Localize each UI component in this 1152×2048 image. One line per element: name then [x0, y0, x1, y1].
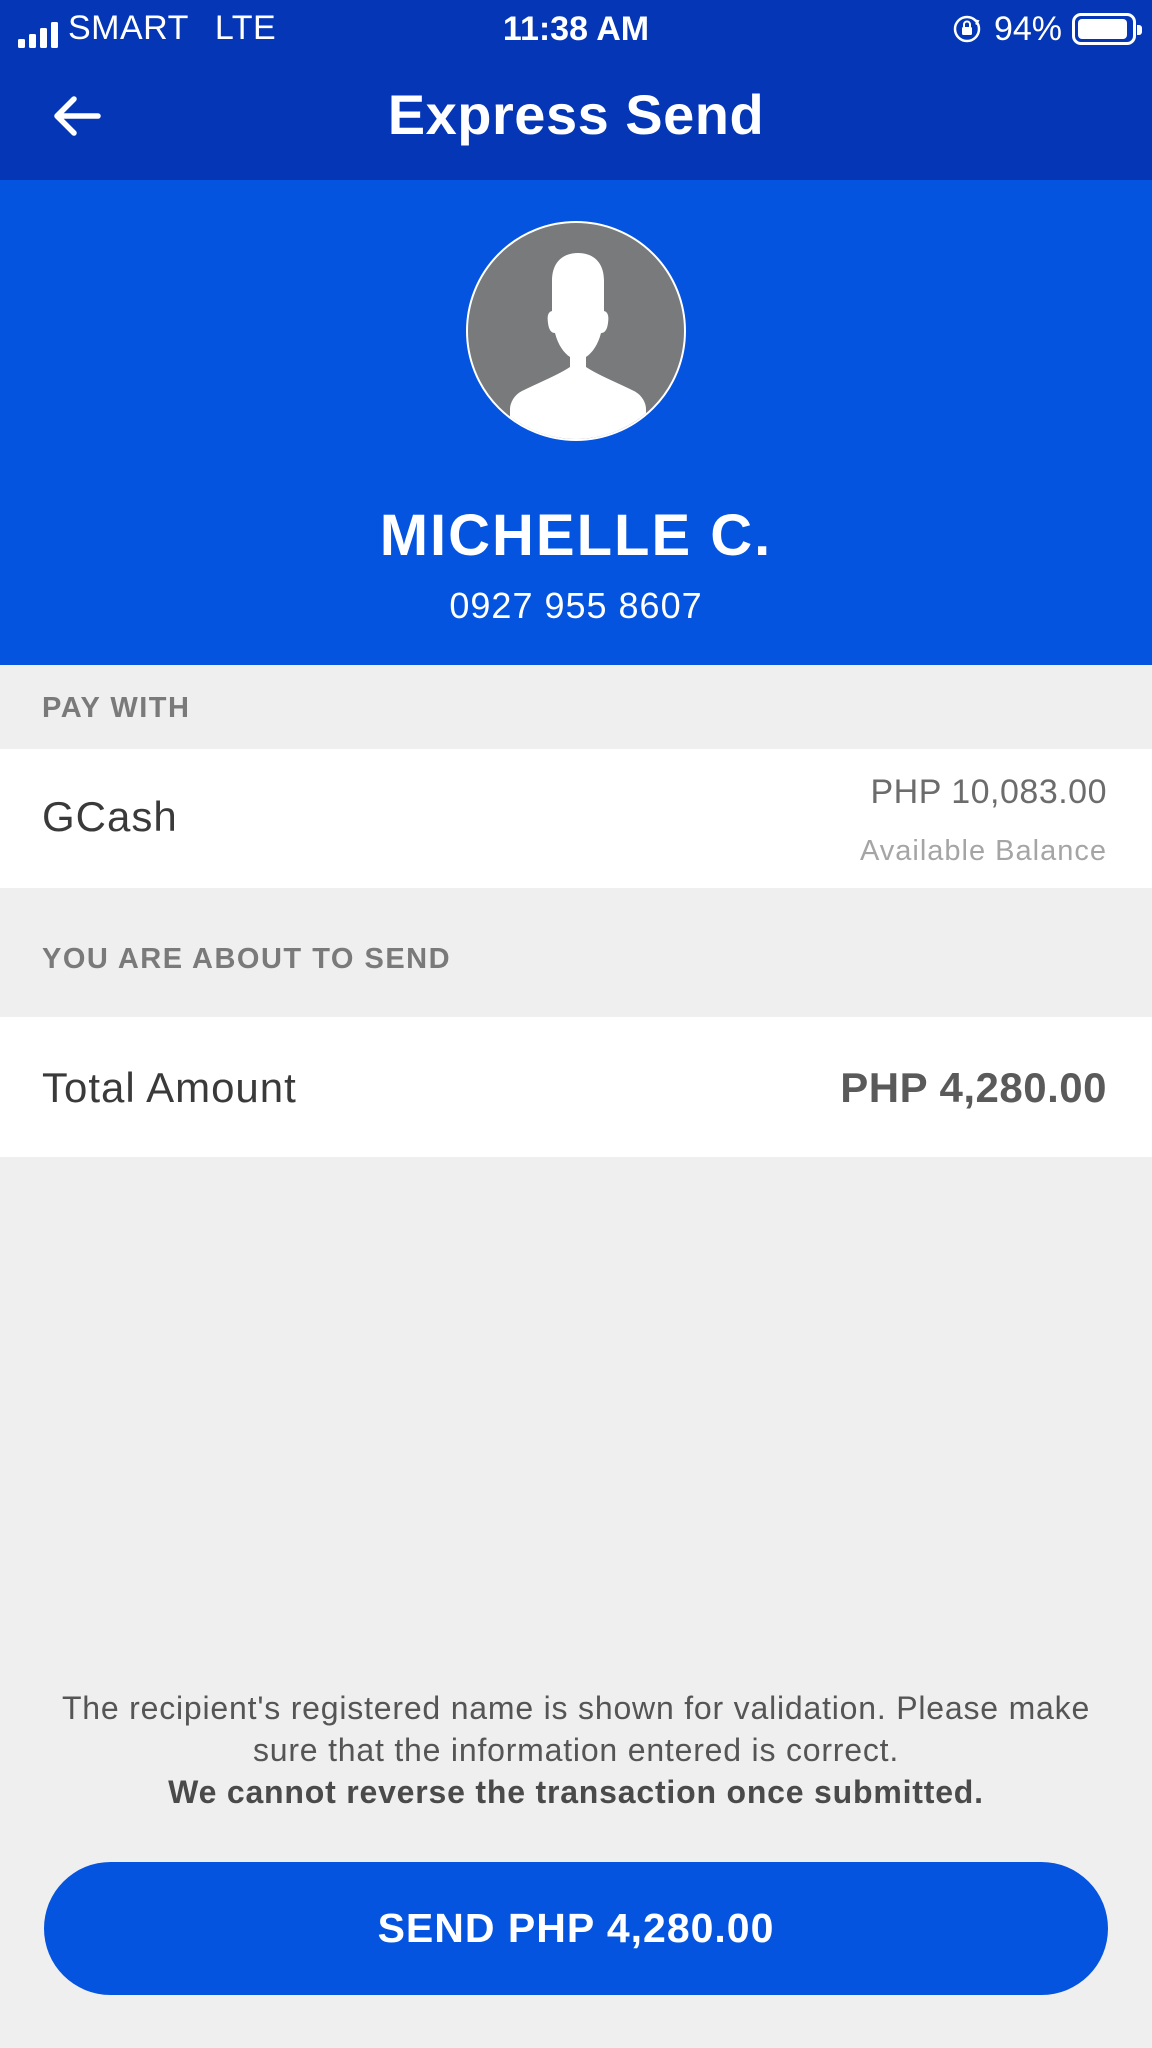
- disclaimer-warning: We cannot reverse the transaction once s…: [168, 1774, 984, 1810]
- express-send-screen: SMART LTE 11:38 AM 94% Express Send MICH…: [0, 0, 1152, 2048]
- total-amount-label: Total Amount: [42, 1064, 297, 1111]
- total-amount-value: PHP 4,280.00: [840, 1064, 1107, 1111]
- available-balance-label: Available Balance: [859, 835, 1107, 867]
- person-silhouette-icon: [510, 253, 646, 439]
- battery-fill: [1078, 19, 1127, 39]
- avatar: [466, 221, 686, 441]
- total-amount-row: Total Amount PHP 4,280.00: [0, 1017, 1152, 1157]
- recipient-card: MICHELLE C. 0927 955 8607: [0, 180, 1152, 665]
- pay-with-section-label: PAY WITH: [42, 692, 191, 724]
- disclaimer-text: The recipient's registered name is shown…: [61, 1690, 1091, 1768]
- pay-with-row[interactable]: GCash PHP 10,083.00 Available Balance: [0, 749, 1152, 888]
- send-summary-section-label: YOU ARE ABOUT TO SEND: [42, 943, 452, 975]
- status-bar: SMART LTE 11:38 AM 94%: [0, 0, 1152, 58]
- battery-percentage: 94%: [993, 9, 1062, 48]
- available-balance-amount: PHP 10,083.00: [870, 773, 1107, 811]
- recipient-phone: 0927 955 8607: [449, 585, 703, 626]
- rotation-lock-icon: [953, 15, 981, 43]
- status-bar-right: 94%: [952, 9, 1142, 48]
- disclaimer: The recipient's registered name is shown…: [40, 1687, 1112, 1813]
- app-header: Express Send: [0, 58, 1152, 180]
- battery-icon: [1072, 13, 1142, 45]
- send-button[interactable]: SEND PHP 4,280.00: [44, 1862, 1108, 1995]
- page-title: Express Send: [387, 83, 765, 146]
- payment-method: GCash: [42, 793, 178, 840]
- recipient-name: MICHELLE C.: [379, 503, 773, 568]
